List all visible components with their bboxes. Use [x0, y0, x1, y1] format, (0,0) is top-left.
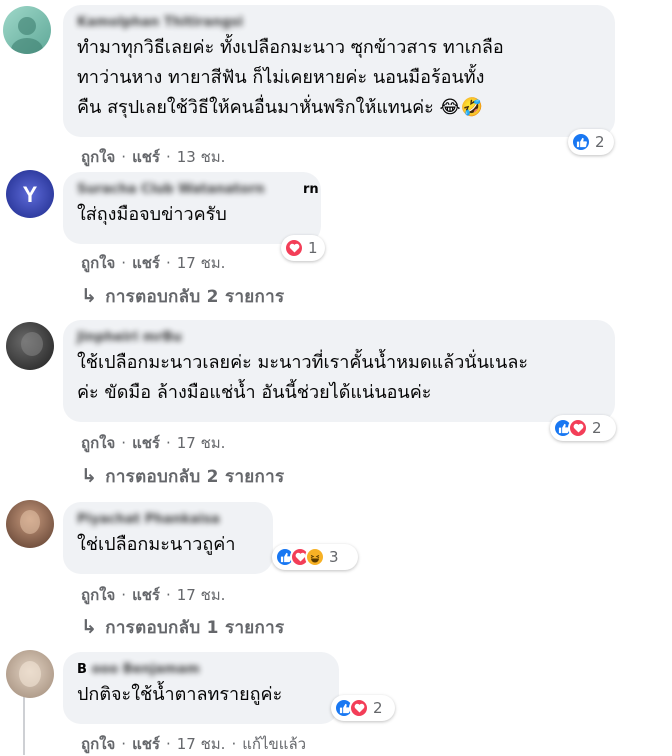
comment-bubble: Piyachat Phankaisa ใช่เปลือกมะนาวถูค่า — [63, 502, 273, 574]
view-replies-link[interactable]: ↳ การตอบกลับ 1 รายการ — [81, 614, 284, 641]
timestamp[interactable]: 13 ชม. — [177, 148, 226, 166]
comment-bubble: B ooo Benjamam ปกติจะใช้น้ำตาลทรายถูค่ะ — [63, 652, 339, 724]
comment-author[interactable]: Suracha Club Watanatorn rn — [77, 180, 319, 200]
avatar[interactable]: Y — [6, 170, 54, 218]
avatar[interactable] — [6, 322, 54, 370]
thread-line — [23, 690, 25, 755]
comment-text-line: คืน สรุปเลยใช้วิธีให้คนอื่นมาหั่นพริกให้… — [77, 97, 483, 118]
avatar[interactable] — [6, 500, 54, 548]
comment-bubble: Kamolphan Thitirangsi ทำมาทุกวิธีเลยค่ะ … — [63, 5, 615, 137]
like-action[interactable]: ถูกใจ — [81, 254, 115, 272]
view-replies-link[interactable]: ↳ การตอบกลับ 2 รายการ — [81, 463, 284, 490]
reply-arrow-icon: ↳ — [81, 465, 98, 487]
reaction-count: 2 — [595, 133, 605, 151]
reaction-summary[interactable]: 2 — [550, 415, 616, 441]
comment-author[interactable]: Kamolphan Thitirangsi — [77, 13, 601, 33]
comment-text-line: ใส่ถุงมือจบข่าวครับ — [77, 204, 227, 225]
comment-text-line: ใช่เปลือกมะนาวถูค่า — [77, 534, 236, 555]
like-action[interactable]: ถูกใจ — [81, 434, 115, 452]
comment-author[interactable]: B ooo Benjamam — [77, 660, 325, 680]
avatar[interactable] — [3, 6, 51, 54]
reply-arrow-icon: ↳ — [81, 285, 98, 307]
love-reaction-icon — [284, 238, 304, 258]
like-reaction-icon — [571, 132, 591, 152]
like-action[interactable]: ถูกใจ — [81, 735, 115, 753]
haha-reaction-icon — [305, 547, 325, 567]
comment-meta: ถูกใจ · แชร์ · 13 ชม. — [81, 148, 226, 166]
comment-text-line: ปกติจะใช้น้ำตาลทรายถูค่ะ — [77, 684, 283, 705]
reaction-count: 2 — [592, 419, 602, 437]
reaction-count: 1 — [308, 239, 318, 257]
reaction-summary[interactable]: 3 — [272, 544, 358, 570]
timestamp[interactable]: 17 ชม. — [177, 254, 226, 272]
timestamp[interactable]: 17 ชม. — [177, 586, 226, 604]
timestamp[interactable]: 17 ชม. — [177, 735, 226, 753]
share-action[interactable]: แชร์ — [132, 254, 160, 272]
comment-author[interactable]: Piyachat Phankaisa — [77, 510, 259, 530]
reaction-count: 2 — [373, 699, 383, 717]
share-action[interactable]: แชร์ — [132, 586, 160, 604]
comment-meta: ถูกใจ · แชร์ · 17 ชม. — [81, 434, 226, 452]
love-reaction-icon — [568, 418, 588, 438]
comment-bubble: Suracha Club Watanatorn rn ใส่ถุงมือจบข่า… — [63, 172, 321, 244]
reaction-summary[interactable]: 1 — [281, 235, 325, 261]
timestamp[interactable]: 17 ชม. — [177, 434, 226, 452]
edited-label[interactable]: แก้ไขแล้ว — [242, 735, 306, 753]
comment-text-line: ทาว่านหาง ทายาสีฟัน ก็ไม่เคยหายค่ะ นอนมื… — [77, 67, 485, 88]
comment-meta: ถูกใจ · แชร์ · 17 ชม. — [81, 586, 226, 604]
share-action[interactable]: แชร์ — [132, 148, 160, 166]
comment-text-line: ค่ะ ขัดมือ ล้างมือแช่น้ำ อันนี้ช่วยได้แน… — [77, 382, 432, 403]
like-action[interactable]: ถูกใจ — [81, 586, 115, 604]
comment-author[interactable]: Jinpheiri mrBu — [77, 328, 601, 348]
svg-text:Y: Y — [23, 182, 38, 207]
avatar[interactable] — [6, 650, 54, 698]
comment-text-line: ใช้เปลือกมะนาวเลยค่ะ มะนาวที่เราคั้นน้ำห… — [77, 352, 529, 373]
comment-text-line: ทำมาทุกวิธีเลยค่ะ ทั้งเปลือกมะนาว ซุกข้า… — [77, 37, 504, 58]
share-action[interactable]: แชร์ — [132, 434, 160, 452]
comment-meta: ถูกใจ · แชร์ · 17 ชม. · แก้ไขแล้ว — [81, 735, 307, 753]
reaction-summary[interactable]: 2 — [331, 695, 395, 721]
love-reaction-icon — [349, 698, 369, 718]
share-action[interactable]: แชร์ — [132, 735, 160, 753]
comment-bubble: Jinpheiri mrBu ใช้เปลือกมะนาวเลยค่ะ มะนา… — [63, 320, 615, 422]
reply-arrow-icon: ↳ — [81, 616, 98, 638]
reaction-summary[interactable]: 2 — [568, 129, 614, 155]
like-action[interactable]: ถูกใจ — [81, 148, 115, 166]
view-replies-link[interactable]: ↳ การตอบกลับ 2 รายการ — [81, 283, 284, 310]
reaction-count: 3 — [329, 548, 339, 566]
comment-meta: ถูกใจ · แชร์ · 17 ชม. — [81, 254, 226, 272]
